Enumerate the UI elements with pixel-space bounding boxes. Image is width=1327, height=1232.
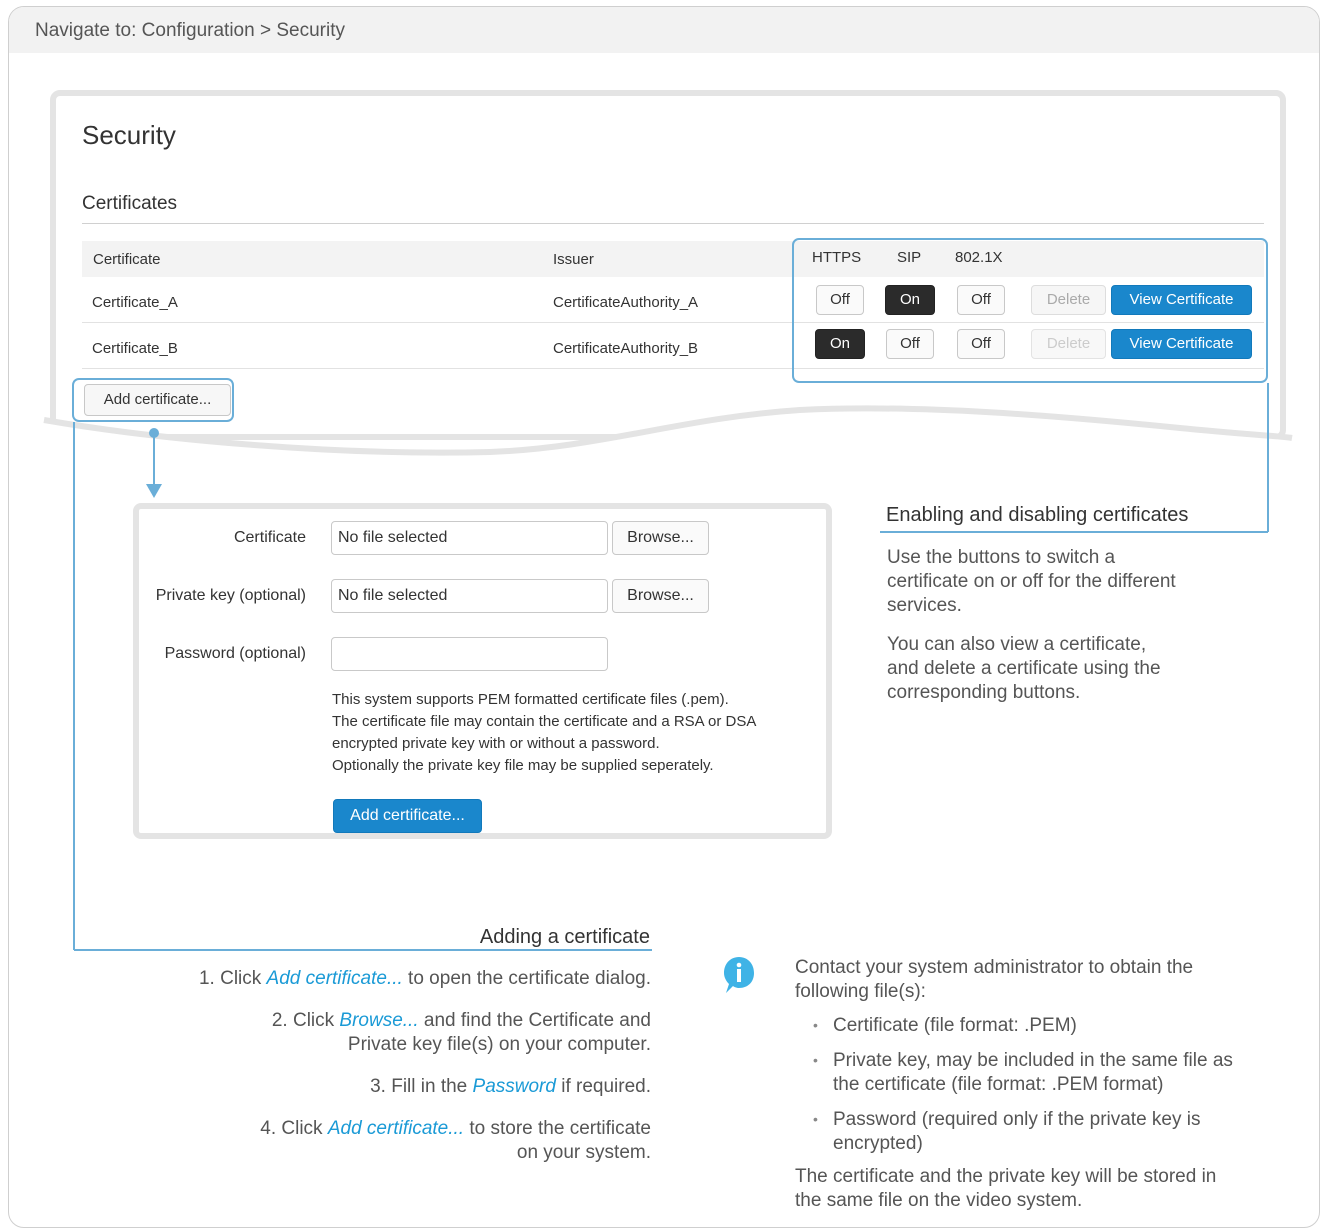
certificate-file-field[interactable]: No file selected bbox=[331, 521, 608, 555]
step-text: to store the certificate bbox=[464, 1118, 651, 1139]
private-key-file-field[interactable]: No file selected bbox=[331, 579, 608, 613]
step-text: on your system. bbox=[516, 1142, 651, 1163]
enabling-text: Use the buttons to switch a certificate … bbox=[887, 546, 1176, 705]
adding-steps: 1. Click Add certificate... to open the … bbox=[60, 967, 651, 1165]
certificate-name: Certificate_A bbox=[92, 294, 178, 311]
note-line: This system supports PEM formatted certi… bbox=[332, 691, 729, 708]
text-line: the certificate (file format: .PEM forma… bbox=[833, 1074, 1164, 1095]
note-line: The certificate file may contain the cer… bbox=[332, 713, 757, 730]
text-line: Certificate (file format: .PEM) bbox=[833, 1015, 1077, 1036]
step-text: 4. Click bbox=[260, 1118, 328, 1139]
private-key-browse-button[interactable]: Browse... bbox=[612, 579, 709, 613]
step-2: 2. Click Browse... and find the Certific… bbox=[60, 1009, 651, 1033]
step-text: 2. Click bbox=[271, 1010, 340, 1031]
note-line: encrypted private key with or without a … bbox=[332, 735, 660, 752]
step-text: 3. Fill in the bbox=[370, 1076, 473, 1097]
page-title: Security bbox=[82, 120, 176, 150]
info-bullet: Password (required only if the private k… bbox=[833, 1108, 1201, 1156]
text-line: You can also view a certificate, bbox=[887, 634, 1147, 655]
adding-title: Adding a certificate bbox=[479, 926, 650, 948]
info-bullet: Certificate (file format: .PEM) bbox=[833, 1014, 1077, 1038]
col-issuer: Issuer bbox=[553, 251, 594, 268]
step-text: to open the certificate dialog. bbox=[402, 968, 651, 989]
certificate-issuer: CertificateAuthority_A bbox=[553, 294, 699, 311]
note-line: Optionally the private key file may be s… bbox=[332, 757, 714, 774]
dialog-add-certificate-button[interactable]: Add certificate... bbox=[333, 799, 482, 833]
info-bullet: Private key, may be included in the same… bbox=[833, 1049, 1233, 1097]
step-text: 1. Click bbox=[198, 968, 267, 989]
text-line: following file(s): bbox=[795, 981, 926, 1002]
add-certificate-dialog: Certificate No file selected Browse... P… bbox=[133, 503, 832, 839]
enabling-title: Enabling and disabling certificates bbox=[886, 504, 1189, 526]
step-emphasis: Add certificate... bbox=[327, 1118, 465, 1139]
private-key-label: Private key (optional) bbox=[155, 587, 306, 604]
info-outro: The certificate and the private key will… bbox=[795, 1165, 1216, 1213]
text-line: the same file on the video system. bbox=[795, 1190, 1083, 1211]
text-line: certificate on or off for the different bbox=[887, 571, 1176, 592]
text-line: services. bbox=[887, 595, 962, 616]
certificate-browse-button[interactable]: Browse... bbox=[612, 521, 709, 555]
certificate-name: Certificate_B bbox=[92, 340, 178, 357]
text-line: corresponding buttons. bbox=[887, 682, 1081, 703]
text-line: encrypted) bbox=[833, 1133, 923, 1154]
toggle-buttons-highlight bbox=[792, 238, 1268, 383]
torn-edge-decoration bbox=[40, 405, 1300, 466]
text-line: Contact your system administrator to obt… bbox=[795, 957, 1194, 978]
step-emphasis: Browse... bbox=[339, 1010, 419, 1031]
section-divider bbox=[82, 223, 1264, 224]
certificate-issuer: CertificateAuthority_B bbox=[553, 340, 699, 357]
navigation-path: Navigate to: Configuration > Security bbox=[35, 20, 345, 41]
step-3: 3. Fill in the Password if required. bbox=[60, 1075, 651, 1099]
step-text: if required. bbox=[555, 1076, 651, 1097]
text-line: Password (required only if the private k… bbox=[833, 1109, 1201, 1130]
step-1: 1. Click Add certificate... to open the … bbox=[60, 967, 651, 991]
step-text: and find the Certificate and bbox=[418, 1010, 651, 1031]
text-line: Use the buttons to switch a bbox=[887, 547, 1116, 568]
step-text: Private key file(s) on your computer. bbox=[347, 1034, 651, 1055]
col-certificate: Certificate bbox=[93, 251, 161, 268]
section-title: Certificates bbox=[82, 193, 178, 214]
password-field[interactable] bbox=[331, 637, 608, 671]
step-emphasis: Add certificate... bbox=[266, 968, 403, 989]
info-icon bbox=[724, 957, 754, 993]
info-intro: Contact your system administrator to obt… bbox=[795, 956, 1193, 1004]
text-line: and delete a certificate using the bbox=[887, 658, 1161, 679]
password-label: Password (optional) bbox=[164, 645, 306, 662]
text-line: Private key, may be included in the same… bbox=[833, 1050, 1233, 1071]
step-emphasis: Password bbox=[472, 1076, 556, 1097]
navigation-bar: Navigate to: Configuration > Security bbox=[9, 7, 1319, 53]
text-line: The certificate and the private key will… bbox=[795, 1166, 1217, 1187]
bullet-dot: • bbox=[813, 1052, 818, 1068]
bullet-dot: • bbox=[813, 1111, 818, 1127]
certificate-label: Certificate bbox=[233, 529, 306, 546]
step-4: 4. Click Add certificate... to store the… bbox=[60, 1117, 651, 1141]
pem-note: This system supports PEM formatted certi… bbox=[332, 689, 756, 777]
bullet-dot: • bbox=[813, 1017, 818, 1033]
